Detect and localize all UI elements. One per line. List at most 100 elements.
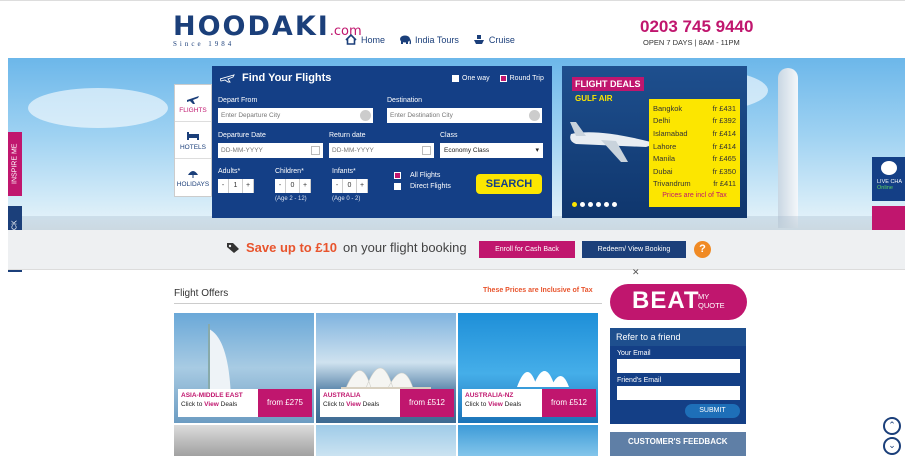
search-button[interactable]: SEARCH xyxy=(476,174,542,194)
direct-flights-checkbox[interactable] xyxy=(394,183,401,190)
nav-home[interactable]: Home xyxy=(345,34,385,45)
plus-button[interactable]: + xyxy=(300,179,311,193)
deal-row[interactable]: Lahore fr £414 xyxy=(653,140,736,153)
promo-suffix: on your flight booking xyxy=(343,240,467,255)
elephant-icon xyxy=(400,35,412,45)
logo[interactable]: HOODAKI.com Since 1984 xyxy=(173,11,362,48)
offer-price[interactable]: from £512 xyxy=(400,389,454,417)
offer-caption: AUSTRALIA-NZ Click to View Deals xyxy=(462,389,542,417)
scroll-up-button[interactable]: ⌃ xyxy=(883,417,901,435)
offer-card-asia-middle-east[interactable]: ASIA-MIDDLE EAST Click to View Deals fro… xyxy=(174,313,314,423)
deal-city: Manila xyxy=(653,154,676,164)
cloud xyxy=(28,88,168,128)
deal-row[interactable]: Manila fr £465 xyxy=(653,152,736,165)
offer-card[interactable] xyxy=(316,425,456,456)
deal-price: fr £414 xyxy=(712,128,736,138)
offer-price[interactable]: from £275 xyxy=(258,389,312,417)
deal-row[interactable]: Dubai fr £350 xyxy=(653,165,736,178)
adults-stepper[interactable]: -1 + xyxy=(218,179,254,193)
your-email-input[interactable] xyxy=(617,359,740,373)
class-select[interactable]: Economy Class ▾ xyxy=(440,143,543,158)
offer-card[interactable] xyxy=(458,425,598,456)
direct-flights-label: Direct Flights xyxy=(410,183,451,190)
calendar-icon[interactable] xyxy=(422,146,431,155)
destination-input[interactable]: Enter Destination City xyxy=(387,108,542,123)
carousel-dot[interactable] xyxy=(572,202,577,207)
friend-email-input[interactable] xyxy=(617,386,740,400)
beat-my-quote-button[interactable]: BEAT MY QUOTE xyxy=(610,284,747,320)
flight-deals-panel[interactable]: FLIGHT DEALS GULF AIR Bangkok fr £431 Del… xyxy=(562,66,747,218)
infants-label: Infants* xyxy=(332,168,356,175)
adults-label: Adults* xyxy=(218,168,241,175)
plus-button[interactable]: + xyxy=(243,179,254,193)
search-title-text: Find Your Flights xyxy=(242,72,332,84)
submit-button[interactable]: SUBMIT xyxy=(685,404,740,418)
live-chat-widget[interactable]: LIVE CHA Online xyxy=(872,157,905,201)
minus-button[interactable]: - xyxy=(332,179,343,193)
carousel-dot[interactable] xyxy=(604,202,609,207)
nav-india-tours[interactable]: India Tours xyxy=(399,34,459,45)
enroll-cashback-button[interactable]: Enroll for Cash Back xyxy=(479,241,575,258)
offer-view-text: View xyxy=(204,401,219,408)
return-date-input[interactable]: DD-MM-YYYY xyxy=(329,143,434,158)
infants-stepper[interactable]: -0 + xyxy=(332,179,368,193)
burj-tower-image xyxy=(778,68,798,228)
children-stepper[interactable]: -0 + xyxy=(275,179,311,193)
tab-flights[interactable]: FLIGHTS xyxy=(175,85,211,122)
deal-row[interactable]: Trivandrum fr £411 xyxy=(653,178,736,191)
plus-button[interactable]: + xyxy=(357,179,368,193)
cashback-promo-bar: Save up to £10 on your flight booking En… xyxy=(8,230,905,270)
children-label: Children* xyxy=(275,168,304,175)
deal-row[interactable]: Islamabad fr £414 xyxy=(653,127,736,140)
all-flights-option[interactable]: All Flights xyxy=(394,172,440,179)
trip-type: One way Round Trip xyxy=(452,75,544,82)
departure-date-label: Departure Date xyxy=(218,132,266,139)
tab-hotels[interactable]: HOTELS xyxy=(175,122,211,159)
depart-input[interactable]: Enter Departure City xyxy=(218,108,373,123)
all-flights-checkbox[interactable] xyxy=(394,172,401,179)
minus-button[interactable]: - xyxy=(275,179,286,193)
logo-k: KI xyxy=(294,11,330,42)
deal-row[interactable]: Bangkok fr £431 xyxy=(653,102,736,115)
one-way-checkbox[interactable] xyxy=(452,75,459,82)
carousel-dot[interactable] xyxy=(588,202,593,207)
beat-text: BEAT xyxy=(632,287,700,314)
return-date-label: Return date xyxy=(329,132,366,139)
calendar-icon[interactable] xyxy=(311,146,320,155)
carousel-dot[interactable] xyxy=(596,202,601,207)
offer-price[interactable]: from £512 xyxy=(542,389,596,417)
deal-row[interactable]: Delhi fr £392 xyxy=(653,115,736,128)
round-trip-label: Round Trip xyxy=(509,75,544,82)
departure-date-input[interactable]: DD-MM-YYYY xyxy=(218,143,323,158)
offer-link[interactable]: Click to View Deals xyxy=(181,401,255,408)
direct-flights-option[interactable]: Direct Flights xyxy=(394,183,451,190)
city-skyline xyxy=(8,216,905,230)
redeem-booking-button[interactable]: Redeem/ View Booking xyxy=(582,241,686,258)
offer-view-text: View xyxy=(346,401,361,408)
one-way-option[interactable]: One way xyxy=(452,75,490,82)
offer-card-australia-nz[interactable]: AUSTRALIA-NZ Click to View Deals from £5… xyxy=(458,313,598,423)
inspire-me-tab[interactable]: INSPIRE ME xyxy=(8,132,22,196)
minus-button[interactable]: - xyxy=(218,179,229,193)
round-trip-option[interactable]: Round Trip xyxy=(499,75,544,82)
nav-cruise[interactable]: Cruise xyxy=(473,34,515,45)
offer-link[interactable]: Click to View Deals xyxy=(323,401,397,408)
destination-placeholder: Enter Destination City xyxy=(390,112,453,119)
children-age-note: (Age 2 - 12) xyxy=(275,196,307,202)
close-icon[interactable]: ✕ xyxy=(632,267,640,278)
adults-value: 1 xyxy=(229,179,243,193)
carousel-dot[interactable] xyxy=(580,202,585,207)
carousel-dot[interactable] xyxy=(612,202,617,207)
phone-number[interactable]: 0203 745 9440 xyxy=(640,17,753,37)
tab-holidays[interactable]: HOLIDAYS xyxy=(175,159,211,196)
destination-label: Destination xyxy=(387,97,423,104)
offer-card[interactable] xyxy=(174,425,314,456)
scroll-down-button[interactable]: ⌄ xyxy=(883,437,901,455)
infants-age-note: (Age 0 - 2) xyxy=(332,196,361,202)
help-icon[interactable]: ? xyxy=(694,241,711,258)
customer-feedback-panel[interactable]: CUSTOMER'S FEEDBACK xyxy=(610,432,746,456)
offer-link[interactable]: Click to View Deals xyxy=(465,401,539,408)
offer-card-australia[interactable]: AUSTRALIA Click to View Deals from £512 xyxy=(316,313,456,423)
round-trip-checkbox[interactable] xyxy=(499,75,507,82)
flight-search-form: Find Your Flights One way Round Trip Dep… xyxy=(212,66,552,218)
